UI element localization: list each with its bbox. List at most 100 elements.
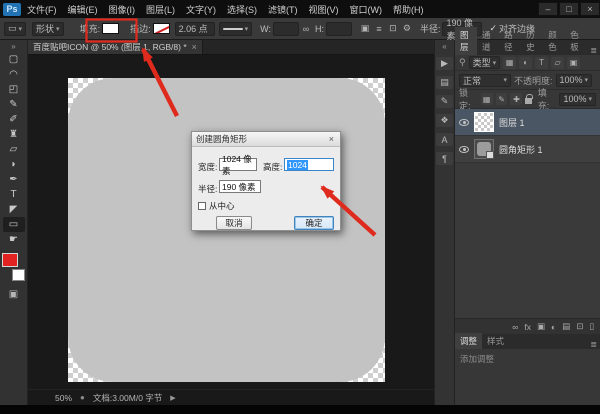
filter-pixel-layers-icon[interactable]: ▦ xyxy=(503,56,517,69)
paragraph-panel-icon[interactable]: ¶ xyxy=(436,152,453,165)
ok-button[interactable]: 确定 xyxy=(294,216,334,230)
menu-type[interactable]: 文字(Y) xyxy=(186,3,216,16)
menu-image[interactable]: 图像(I) xyxy=(109,3,136,16)
blur-tool[interactable]: ◗ xyxy=(3,157,25,172)
brush-presets-panel-icon[interactable]: ❖ xyxy=(436,114,453,127)
tab-layers[interactable]: 图层 xyxy=(455,27,478,55)
character-panel-icon[interactable]: A xyxy=(436,133,453,146)
shape-height-field[interactable] xyxy=(325,21,352,36)
new-adjustment-layer-icon[interactable]: ◐ xyxy=(551,322,556,332)
layer-thumbnail[interactable] xyxy=(474,139,494,159)
geometry-options-gear-icon[interactable]: ⚙ xyxy=(400,23,414,34)
type-tool[interactable]: T xyxy=(3,187,25,202)
maximize-button[interactable]: □ xyxy=(559,2,579,16)
filter-smart-objects-icon[interactable]: ▣ xyxy=(567,56,581,69)
tab-close-icon[interactable]: × xyxy=(192,42,197,52)
path-alignment-icon[interactable]: ≡ xyxy=(372,24,386,34)
tab-paths[interactable]: 路径 xyxy=(499,27,521,55)
clone-stamp-tool[interactable]: ♜ xyxy=(3,127,25,142)
tab-history[interactable]: 历史 xyxy=(521,27,543,55)
link-dimensions-icon[interactable]: ∞ xyxy=(299,24,313,34)
document-tab[interactable]: 百度贴吧ICON @ 50% (图层 1, RGB/8) * × xyxy=(28,40,203,54)
minimize-button[interactable]: – xyxy=(538,2,558,16)
menu-view[interactable]: 视图(V) xyxy=(309,3,339,16)
menu-filter[interactable]: 滤镜(T) xyxy=(268,3,298,16)
fill-opacity-dropdown[interactable]: 100% ▾ xyxy=(559,92,597,106)
lasso-tool[interactable]: ◠ xyxy=(3,67,25,82)
tab-styles[interactable]: 样式 xyxy=(482,333,509,349)
layer-thumbnail[interactable] xyxy=(474,112,494,132)
lock-all-icon[interactable] xyxy=(525,93,534,104)
dialog-width-field[interactable]: 1024 像素 xyxy=(219,154,257,176)
actions-panel-icon[interactable]: ▶ xyxy=(436,57,453,70)
tab-swatches[interactable]: 色板 xyxy=(565,27,587,55)
lock-image-icon[interactable]: ✎ xyxy=(495,93,508,105)
visibility-eye-icon[interactable] xyxy=(459,145,469,153)
panel-menu-icon[interactable]: ≣ xyxy=(587,340,600,349)
menu-help[interactable]: 帮助(H) xyxy=(393,3,424,16)
expand-tools-icon[interactable]: » xyxy=(11,42,15,52)
filter-type-dropdown[interactable]: 类型 ▾ xyxy=(468,56,501,69)
dialog-height-field[interactable]: 1024 xyxy=(284,158,334,171)
opacity-dropdown[interactable]: 100% ▾ xyxy=(555,73,593,87)
visibility-eye-icon[interactable] xyxy=(459,118,469,126)
menu-window[interactable]: 窗口(W) xyxy=(350,3,383,16)
filter-adjustment-layers-icon[interactable]: ◐ xyxy=(519,56,533,69)
filter-type-layers-icon[interactable]: T xyxy=(535,56,549,69)
rectangular-marquee-tool[interactable]: ▢ xyxy=(3,52,25,67)
dialog-title-bar[interactable]: 创建圆角矩形 × xyxy=(192,132,340,147)
status-expand-icon[interactable]: ▶ xyxy=(170,394,175,402)
blend-mode-dropdown[interactable]: 正常 ▾ xyxy=(459,73,511,87)
menu-edit[interactable]: 编辑(E) xyxy=(68,3,98,16)
tab-channels[interactable]: 通道 xyxy=(477,27,499,55)
delete-layer-icon[interactable]: ▯ xyxy=(589,321,594,332)
filter-shape-layers-icon[interactable]: ▱ xyxy=(551,56,565,69)
quick-mask-icon[interactable]: ▣ xyxy=(9,289,18,300)
stroke-swatch[interactable] xyxy=(152,23,170,34)
shape-width-field[interactable] xyxy=(272,21,299,36)
layer-style-icon[interactable]: fx xyxy=(524,322,531,332)
dialog-close-icon[interactable]: × xyxy=(327,134,336,144)
panel-menu-icon[interactable]: ≣ xyxy=(587,46,600,55)
menu-file[interactable]: 文件(F) xyxy=(27,3,57,16)
stroke-label: 描边: xyxy=(130,24,151,34)
crop-tool[interactable]: ◰ xyxy=(3,82,25,97)
from-center-option[interactable]: 从中心 xyxy=(198,200,235,212)
dialog-radius-field[interactable]: 190 像素 xyxy=(219,180,261,193)
path-operations-icon[interactable]: ▣ xyxy=(358,23,372,34)
lock-transparency-icon[interactable]: ▦ xyxy=(480,93,493,105)
hand-tool[interactable]: ☛ xyxy=(3,232,25,247)
eraser-tool[interactable]: ▱ xyxy=(3,142,25,157)
tool-mode-dropdown[interactable]: 形状 ▾ xyxy=(32,21,64,36)
foreground-color-swatch[interactable] xyxy=(1,253,18,267)
new-layer-icon[interactable]: ⊡ xyxy=(576,321,583,332)
lock-position-icon[interactable]: ✚ xyxy=(510,93,523,105)
path-selection-tool[interactable]: ◤ xyxy=(3,202,25,217)
tool-preset-picker[interactable]: ▭ ▾ xyxy=(4,21,27,36)
background-color-swatch[interactable] xyxy=(11,269,25,281)
layer-row-rounded-rectangle-1[interactable]: 圆角矩形 1 xyxy=(455,136,600,163)
cancel-button[interactable]: 取消 xyxy=(216,216,252,230)
new-group-icon[interactable]: ▤ xyxy=(562,321,570,332)
brush-tool[interactable]: ✐ xyxy=(3,112,25,127)
pen-tool[interactable]: ✒ xyxy=(3,172,25,187)
stroke-style-dropdown[interactable]: ▾ xyxy=(218,21,253,36)
add-layer-mask-icon[interactable]: ▣ xyxy=(537,321,545,332)
menu-select[interactable]: 选择(S) xyxy=(227,3,257,16)
brush-panel-icon[interactable]: ✎ xyxy=(436,95,453,108)
fill-swatch[interactable] xyxy=(102,23,120,34)
from-center-checkbox[interactable] xyxy=(198,202,206,210)
stroke-width-field[interactable]: 2.06 点 xyxy=(174,21,215,36)
tab-color[interactable]: 颜色 xyxy=(543,27,565,55)
tab-adjustments[interactable]: 调整 xyxy=(455,333,483,349)
zoom-level[interactable]: 50% xyxy=(55,393,72,403)
rounded-rectangle-tool[interactable]: ▭ xyxy=(2,217,25,232)
close-button[interactable]: × xyxy=(580,2,600,16)
link-layers-icon[interactable]: ∞ xyxy=(512,322,518,332)
path-arrangement-icon[interactable]: ⊡ xyxy=(386,23,400,34)
layer-row-layer-1[interactable]: 图层 1 xyxy=(455,109,600,136)
menu-layer[interactable]: 图层(L) xyxy=(146,3,175,16)
properties-panel-icon[interactable]: ▤ xyxy=(436,76,453,89)
expand-panels-icon[interactable]: « xyxy=(442,42,446,51)
eyedropper-tool[interactable]: ✎ xyxy=(3,97,25,112)
